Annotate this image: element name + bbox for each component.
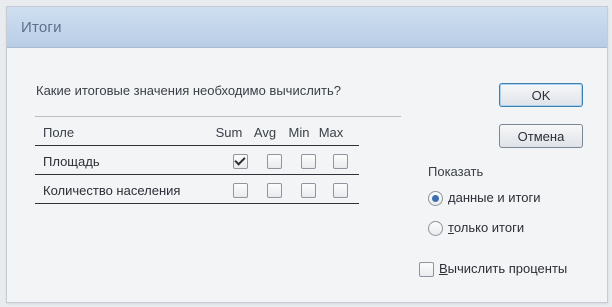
data-and-totals-access-key: д	[448, 190, 456, 205]
title-bar[interactable]: Итоги	[7, 7, 607, 48]
totals-only-label[interactable]: только итоги	[448, 220, 524, 235]
row-divider	[35, 203, 359, 204]
population-min-checkbox[interactable]	[301, 183, 316, 198]
data-and-totals-label[interactable]: данные и итоги	[448, 190, 541, 205]
data-and-totals-text: анные и итоги	[455, 190, 541, 205]
cancel-button[interactable]: Отмена	[499, 124, 583, 148]
question-label: Какие итоговые значения необходимо вычис…	[36, 83, 342, 98]
data-and-totals-radio[interactable]	[428, 191, 443, 206]
calculate-percent-access-key: В	[439, 261, 448, 276]
field-row-label: Площадь	[43, 154, 100, 169]
row-divider	[35, 174, 359, 175]
max-column-header: Max	[318, 125, 344, 140]
ok-button[interactable]: OK	[499, 83, 583, 107]
fields-table: Поле Sum Avg Min Max Площадь Количество …	[35, 116, 401, 247]
dialog-title: Итоги	[21, 19, 62, 36]
field-column-header: Поле	[43, 125, 75, 140]
area-min-checkbox[interactable]	[301, 154, 316, 169]
area-sum-checkbox[interactable]	[233, 154, 248, 169]
field-row-label: Количество населения	[43, 183, 181, 198]
population-avg-checkbox[interactable]	[267, 183, 282, 198]
sum-column-header: Sum	[215, 125, 243, 140]
totals-dialog: Итоги Какие итоговые значения необходимо…	[6, 6, 608, 303]
show-group-label: Показать	[428, 164, 484, 179]
totals-only-radio[interactable]	[428, 221, 443, 236]
area-max-checkbox[interactable]	[333, 154, 348, 169]
header-divider	[35, 145, 359, 146]
calculate-percent-checkbox[interactable]	[419, 262, 434, 277]
calculate-percent-text: ычислить проценты	[447, 261, 568, 276]
population-max-checkbox[interactable]	[333, 183, 348, 198]
area-avg-checkbox[interactable]	[267, 154, 282, 169]
dialog-body: Какие итоговые значения необходимо вычис…	[7, 48, 607, 302]
population-sum-checkbox[interactable]	[233, 183, 248, 198]
calculate-percent-label[interactable]: Вычислить проценты	[439, 261, 567, 276]
totals-only-text: олько итоги	[453, 220, 525, 235]
